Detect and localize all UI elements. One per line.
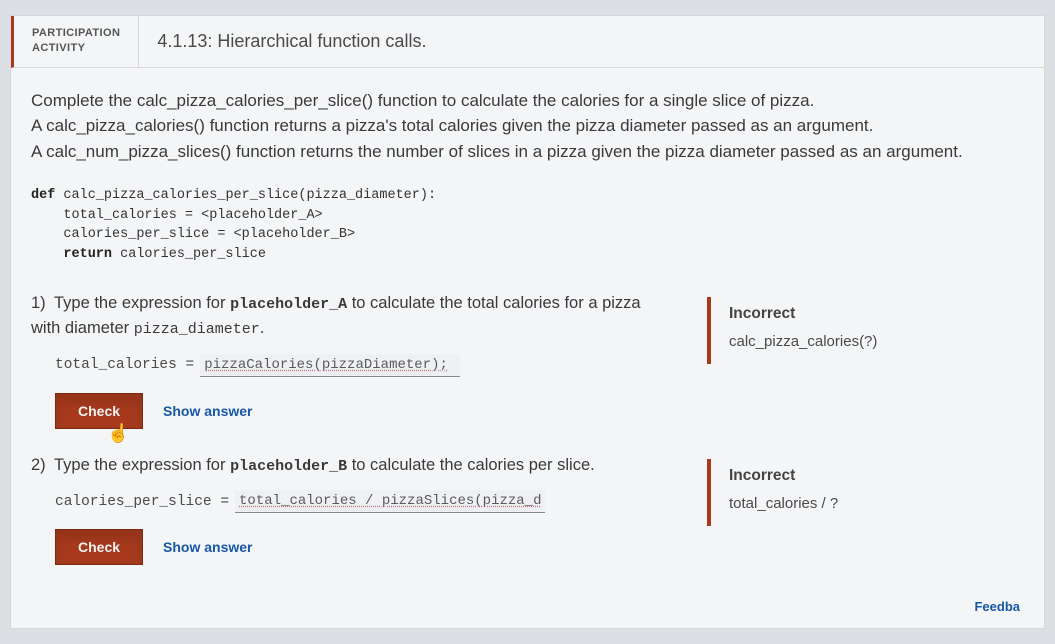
activity-title: 4.1.13: Hierarchical function calls. [139,16,444,67]
q1-feedback: Incorrect calc_pizza_calories(?) [707,297,987,364]
q2-mid: to calculate the calories per slice. [347,456,595,474]
question-2: 2) Type the expression for placeholder_B… [31,453,671,566]
q2-answer-line: calories_per_slice = [55,490,671,513]
q2-button-row: Check Show answer [55,529,671,565]
q2-placeholder: placeholder_B [230,458,347,475]
show-answer-link[interactable]: Show answer [163,539,252,555]
feedback-link[interactable]: Feedba [31,589,1024,618]
q2-feedback-title: Incorrect [729,467,969,485]
question-1: 1) Type the expression for placeholder_A… [31,291,671,429]
show-answer-link[interactable]: Show answer [163,403,252,419]
code-l1: calc_pizza_calories_per_slice(pizza_diam… [55,188,436,203]
question-2-row: 2) Type the expression for placeholder_B… [31,453,1024,566]
activity-body: Complete the calc_pizza_calories_per_sli… [11,68,1044,628]
code-l4: calories_per_slice [112,247,266,262]
code-kw-return: return [31,247,112,262]
q1-post: . [260,319,265,337]
q2-lhs: calories_per_slice = [55,494,229,510]
question-1-row: 1) Type the expression for placeholder_A… [31,291,1024,429]
activity-type-label: PARTICIPATION ACTIVITY [14,16,139,67]
code-l2: total_calories = <placeholder_A> [31,208,323,223]
code-kw-def: def [31,188,55,203]
check-button[interactable]: Check [55,393,143,429]
q1-feedback-title: Incorrect [729,305,969,323]
activity-description: Complete the calc_pizza_calories_per_sli… [31,88,1024,165]
activity-card: PARTICIPATION ACTIVITY 4.1.13: Hierarchi… [10,15,1045,629]
q2-answer-input[interactable] [235,490,545,513]
q1-placeholder: placeholder_A [230,296,347,313]
q2-feedback: Incorrect total_calories / ? [707,459,987,526]
q1-pre: Type the expression for [54,294,230,312]
question-1-text: 1) Type the expression for placeholder_A… [31,291,671,342]
q1-lhs: total_calories = [55,357,194,373]
activity-type-line1: PARTICIPATION [32,26,120,41]
q1-var: pizza_diameter [134,321,260,338]
q1-answer-line: total_calories = [55,354,671,377]
activity-header: PARTICIPATION ACTIVITY 4.1.13: Hierarchi… [11,16,1044,68]
code-l3: calories_per_slice = <placeholder_B> [31,227,355,242]
q2-feedback-text: total_calories / ? [729,495,969,512]
activity-type-line2: ACTIVITY [32,41,120,56]
q1-answer-input[interactable] [200,354,460,377]
code-block: def calc_pizza_calories_per_slice(pizza_… [31,186,1024,264]
check-button[interactable]: Check [55,529,143,565]
question-1-num: 1) [31,294,46,312]
q1-feedback-text: calc_pizza_calories(?) [729,333,969,350]
question-2-num: 2) [31,456,46,474]
question-2-text: 2) Type the expression for placeholder_B… [31,453,671,479]
q2-pre: Type the expression for [54,456,230,474]
q1-button-row: Check Show answer ☝ [55,393,671,429]
